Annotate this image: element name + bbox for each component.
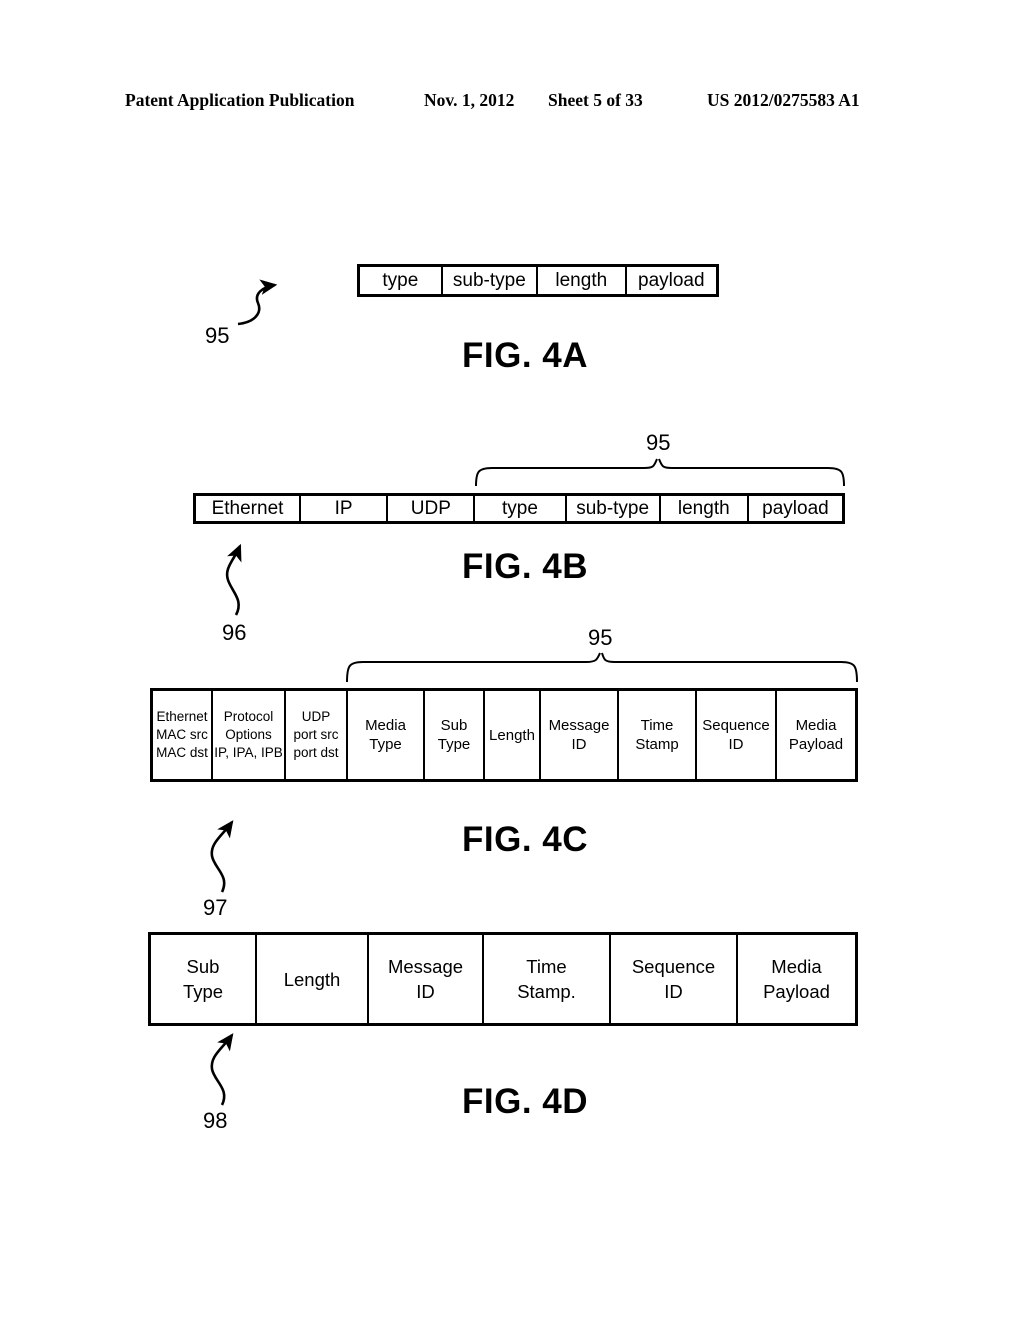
packet-field-sub-type: Sub Type [151, 935, 257, 1023]
brace-95-fig4b [475, 458, 845, 487]
packet-field-sub-type: Sub Type [425, 691, 485, 779]
packet-field-protocol-options: Protocol Options IP, IPA, IPB [213, 691, 286, 779]
packet-field-sequence-id: Sequence ID [697, 691, 777, 779]
packet-field-media-payload: Media Payload [738, 935, 855, 1023]
packet-field-length: length [660, 496, 749, 521]
packet-field-time-stamp: Time Stamp [619, 691, 697, 779]
packet-field-media-type: Media Type [348, 691, 425, 779]
figure-caption-4c: FIG. 4C [462, 820, 589, 859]
sheet-number: Sheet 5 of 33 [548, 90, 643, 110]
packet-field-length: Length [257, 935, 369, 1023]
packet-field-udp-ports: UDP port src port dst [286, 691, 348, 779]
reference-numeral-96: 96 [222, 620, 247, 645]
brace-95-fig4c [346, 652, 858, 683]
packet-field-type: type [475, 496, 567, 521]
packet-field-ip: IP [301, 496, 389, 521]
packet-field-ethernet-mac: Ethernet MAC src MAC dst [153, 691, 213, 779]
leader-arrow-98 [210, 1033, 234, 1106]
packet-field-length: length [538, 267, 627, 294]
packet-field-sub-type: sub-type [442, 267, 539, 294]
packet-field-message-id: Message ID [369, 935, 484, 1023]
packet-diagram-4b: Ethernet IP UDP type sub-type length pay… [193, 493, 845, 524]
leader-arrow-97 [210, 820, 234, 893]
packet-field-payload: payload [748, 496, 842, 521]
leader-arrow-95-fig4a [237, 279, 278, 326]
publication-header: Patent Application Publication Nov. 1, 2… [0, 88, 1024, 114]
packet-field-type: type [360, 267, 443, 294]
packet-diagram-4c: Ethernet MAC src MAC dst Protocol Option… [150, 688, 858, 782]
reference-numeral-97: 97 [203, 895, 228, 920]
leader-arrow-96 [225, 543, 242, 616]
packet-diagram-4d: Sub Type Length Message ID Time Stamp. S… [148, 932, 858, 1026]
figure-caption-4a: FIG. 4A [462, 336, 589, 375]
brace-label-95-fig4b: 95 [646, 430, 671, 455]
packet-field-udp: UDP [388, 496, 476, 521]
reference-numeral-98: 98 [203, 1108, 228, 1133]
publication-date: Nov. 1, 2012 [424, 90, 515, 110]
packet-field-sequence-id: Sequence ID [611, 935, 738, 1023]
packet-field-media-payload: Media Payload [777, 691, 855, 779]
brace-label-95-fig4c: 95 [588, 625, 613, 650]
packet-field-sub-type: sub-type [566, 496, 661, 521]
patent-number: US 2012/0275583 A1 [707, 90, 860, 110]
figure-caption-4d: FIG. 4D [462, 1082, 589, 1121]
packet-field-payload: payload [626, 267, 717, 294]
packet-field-length: Length [485, 691, 541, 779]
packet-diagram-4a: type sub-type length payload [357, 264, 719, 297]
reference-numeral-95-fig4a: 95 [205, 323, 230, 348]
figure-annotations-overlay [210, 279, 858, 1106]
figure-caption-4b: FIG. 4B [462, 547, 589, 586]
packet-field-message-id: Message ID [541, 691, 619, 779]
publication-title: Patent Application Publication [125, 90, 355, 110]
packet-field-time-stamp: Time Stamp. [484, 935, 611, 1023]
packet-field-ethernet: Ethernet [196, 496, 302, 521]
